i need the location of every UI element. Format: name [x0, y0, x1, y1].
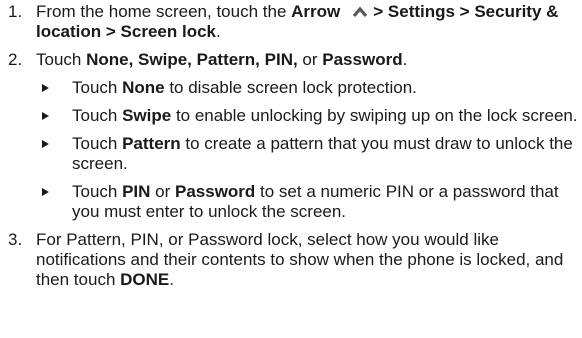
triangle-bullet-icon — [42, 188, 49, 196]
option-name: PIN — [122, 182, 151, 201]
step-1: 1. From the home screen, touch the Arrow… — [0, 2, 582, 42]
step-text-end: . — [169, 270, 174, 289]
option-name: Password — [175, 182, 256, 201]
sub-item-pin-password: Touch PIN or Password to set a numeric P… — [36, 182, 582, 222]
step-number: 1. — [8, 2, 23, 21]
sub-text: Touch — [72, 134, 123, 153]
sub-item-none: Touch None to disable screen lock protec… — [36, 78, 582, 98]
step-number: 2. — [8, 50, 23, 69]
sub-text: Touch — [72, 78, 123, 97]
triangle-bullet-icon — [42, 140, 49, 148]
sub-text: to disable screen lock protection. — [164, 78, 417, 97]
triangle-bullet-icon — [42, 112, 49, 120]
sub-list: Touch None to disable screen lock protec… — [36, 78, 582, 222]
password-option: Password — [322, 50, 403, 69]
option-name: Pattern — [122, 134, 181, 153]
lock-options: None, Swipe, Pattern, PIN, — [86, 50, 298, 69]
sub-item-swipe: Touch Swipe to enable unlocking by swipi… — [36, 106, 582, 126]
sub-item-pattern: Touch Pattern to create a pattern that y… — [36, 134, 582, 174]
instruction-list: 1. From the home screen, touch the Arrow… — [0, 2, 582, 290]
step-2: 2. Touch None, Swipe, Pattern, PIN, or P… — [0, 50, 582, 222]
chevron-up-icon — [352, 3, 368, 18]
done-label: DONE — [120, 270, 170, 289]
option-name: None — [122, 78, 165, 97]
sub-text: or — [150, 182, 175, 201]
step-text: For Pattern, PIN, or Password lock, sele… — [36, 230, 564, 289]
sub-text: Touch — [72, 106, 123, 125]
option-name: Swipe — [122, 106, 172, 125]
step-3: 3. For Pattern, PIN, or Password lock, s… — [0, 230, 582, 290]
step-text: Touch — [36, 50, 87, 69]
step-text-end: . — [216, 22, 221, 41]
sub-text: Touch — [72, 182, 123, 201]
step-text-end: . — [402, 50, 408, 69]
step-text: or — [297, 50, 323, 69]
triangle-bullet-icon — [42, 84, 49, 92]
step-number: 3. — [8, 230, 23, 249]
sub-text: to enable unlocking by swiping up on the… — [171, 106, 578, 125]
step-text: From the home screen, touch the — [36, 2, 292, 21]
arrow-label: Arrow — [291, 2, 341, 21]
